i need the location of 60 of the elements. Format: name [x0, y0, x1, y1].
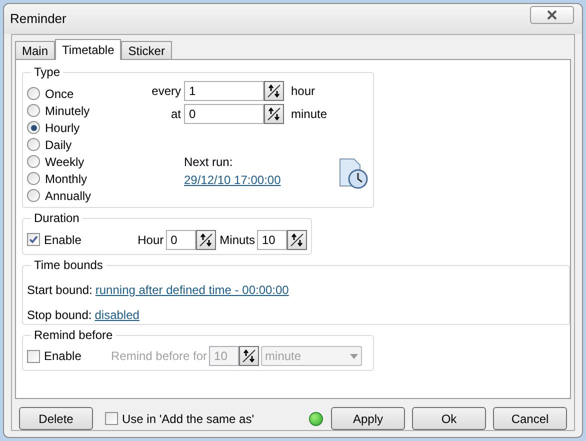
up-down-arrows-icon — [267, 107, 281, 121]
radio-button[interactable] — [27, 138, 40, 151]
radio-button[interactable] — [27, 121, 40, 134]
unit-label: hour — [291, 83, 316, 100]
radio-label: Weekly — [45, 154, 84, 170]
checkbox-label: Use in 'Add the same as' — [122, 410, 254, 428]
radio-button[interactable] — [27, 155, 40, 168]
spin-button[interactable] — [287, 230, 307, 250]
spin-button[interactable] — [264, 81, 284, 101]
tab[interactable]: Sticker — [121, 41, 172, 59]
up-down-arrows-icon — [198, 232, 213, 246]
spin-button[interactable] — [196, 230, 216, 250]
next-run-label: Next run: — [184, 154, 234, 171]
checkbox-label: Enable — [44, 348, 82, 365]
bound-link[interactable]: running after defined time - 00:00:00 — [95, 281, 289, 299]
checkbox[interactable] — [105, 412, 118, 425]
radio-button[interactable] — [27, 172, 40, 185]
close-icon — [547, 10, 557, 20]
radio-label: Monthly — [45, 170, 88, 188]
radio-label: Once — [45, 86, 74, 102]
delete-button[interactable]: Delete — [19, 407, 93, 430]
field-label: at — [170, 106, 181, 123]
next-run-link[interactable]: 29/12/10 17:00:00 — [184, 171, 281, 189]
radio-button[interactable] — [27, 104, 40, 117]
spin-button[interactable] — [264, 104, 284, 124]
radio-button[interactable] — [27, 87, 40, 100]
radio-label: Daily — [45, 136, 72, 154]
up-down-arrows-icon — [290, 232, 304, 246]
up-down-arrows-icon — [242, 349, 256, 363]
radio-label: Hourly — [45, 120, 80, 136]
spin-button[interactable] — [239, 346, 260, 366]
field-label: every — [150, 83, 181, 100]
field-label: Hour — [138, 232, 164, 248]
field-label: Minuts — [220, 232, 255, 248]
close-button[interactable] — [530, 6, 574, 24]
radio-label: Minutely — [45, 102, 90, 120]
window-title: Reminder — [10, 10, 66, 28]
dialog-button[interactable]: Apply — [331, 407, 405, 430]
up-down-arrows-icon — [267, 84, 281, 98]
dialog-button[interactable]: Cancel — [493, 407, 567, 430]
tab[interactable]: Main — [15, 41, 56, 59]
number-field[interactable]: 1 — [184, 81, 264, 101]
bound-label: Start bound: — [27, 282, 92, 299]
number-field[interactable]: 0 — [184, 104, 264, 124]
unit-label: minute — [291, 106, 328, 123]
field-label: Remind before for — [111, 348, 208, 365]
number-field[interactable]: 0 — [166, 230, 196, 250]
radio-button[interactable] — [27, 189, 40, 202]
bound-label: Stop bound: — [27, 307, 92, 324]
checkbox[interactable] — [27, 350, 40, 362]
dialog-button[interactable]: Ok — [412, 407, 486, 430]
document-clock-icon — [337, 157, 369, 189]
tab[interactable]: Timetable — [55, 39, 122, 60]
checkbox[interactable] — [27, 233, 40, 246]
dropdown-arrow-icon — [350, 354, 358, 358]
bound-link[interactable]: disabled — [94, 306, 140, 324]
status-light — [309, 412, 323, 426]
checkbox-label: Enable — [44, 232, 82, 248]
number-field[interactable]: 10 — [257, 230, 287, 250]
radio-label: Annually — [45, 188, 92, 204]
